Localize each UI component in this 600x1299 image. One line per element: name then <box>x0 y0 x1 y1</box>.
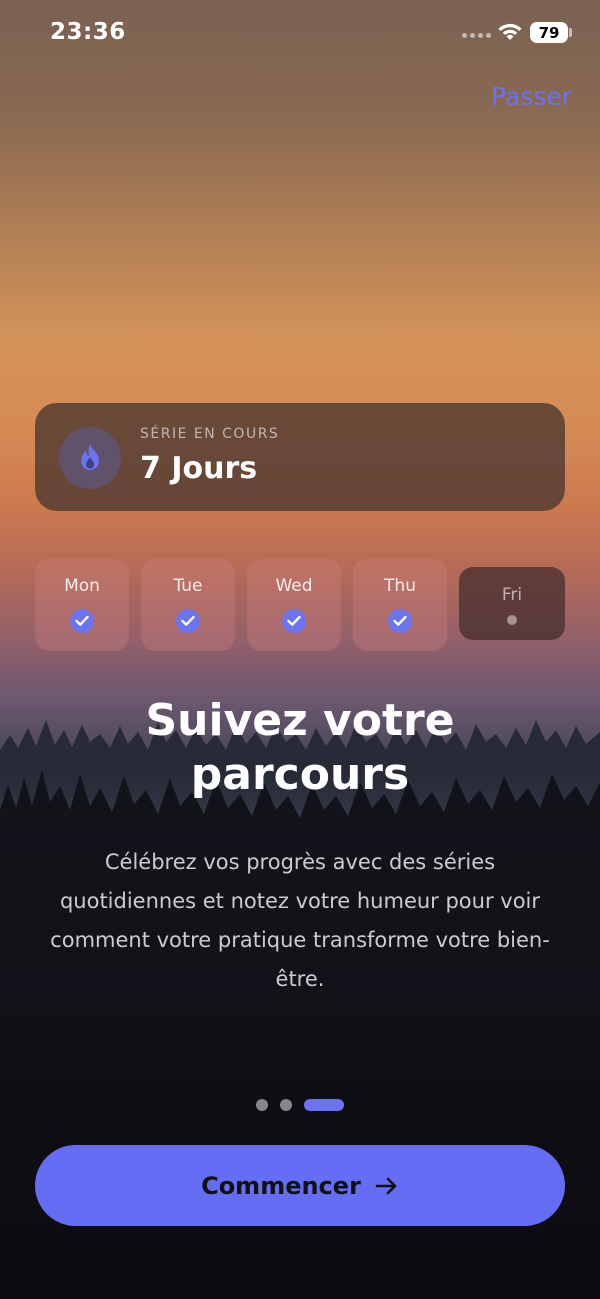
check-icon <box>388 609 412 633</box>
day-thu: Thu <box>353 559 447 651</box>
check-icon <box>70 609 94 633</box>
day-label: Thu <box>384 576 416 596</box>
day-tue: Tue <box>141 559 235 651</box>
day-label: Fri <box>501 585 523 605</box>
pending-dot-icon <box>507 615 517 625</box>
battery-indicator: 79 <box>530 22 568 43</box>
flame-icon-badge <box>59 427 121 489</box>
day-label: Tue <box>173 576 203 596</box>
status-time: 23:36 <box>50 19 126 45</box>
status-bar: 23:36 79 <box>0 0 600 66</box>
page-dot[interactable] <box>256 1099 268 1111</box>
arrow-right-icon <box>375 1177 397 1194</box>
skip-button[interactable]: Passer <box>491 82 572 111</box>
day-fri: Fri <box>459 567 565 640</box>
week-tracker: Mon Tue Wed Thu Fri <box>35 559 565 651</box>
check-icon <box>176 609 200 633</box>
wifi-icon <box>498 23 522 40</box>
page-title: Suivez votre parcours <box>0 694 600 802</box>
start-button[interactable]: Commencer <box>35 1145 565 1226</box>
start-button-label: Commencer <box>201 1171 361 1200</box>
streak-value: 7 Jours <box>140 451 258 486</box>
title-line-1: Suivez votre <box>145 695 455 746</box>
day-label: Mon <box>64 576 100 596</box>
page-dot-active[interactable] <box>304 1099 344 1111</box>
streak-label: SÉRIE EN COURS <box>140 426 280 442</box>
check-icon <box>282 609 306 633</box>
streak-card: SÉRIE EN COURS 7 Jours <box>35 403 565 511</box>
battery-level: 79 <box>538 23 560 42</box>
day-label: Wed <box>275 576 313 596</box>
day-wed: Wed <box>247 559 341 651</box>
description-text: Célébrez vos progrès avec des séries quo… <box>50 850 550 991</box>
day-mon: Mon <box>35 559 129 651</box>
title-line-2: parcours <box>190 749 410 800</box>
page-dot[interactable] <box>280 1099 292 1111</box>
battery-tip <box>569 28 572 37</box>
flame-icon <box>81 444 99 470</box>
page-indicator <box>256 1099 344 1111</box>
cellular-signal-icon <box>462 33 491 38</box>
